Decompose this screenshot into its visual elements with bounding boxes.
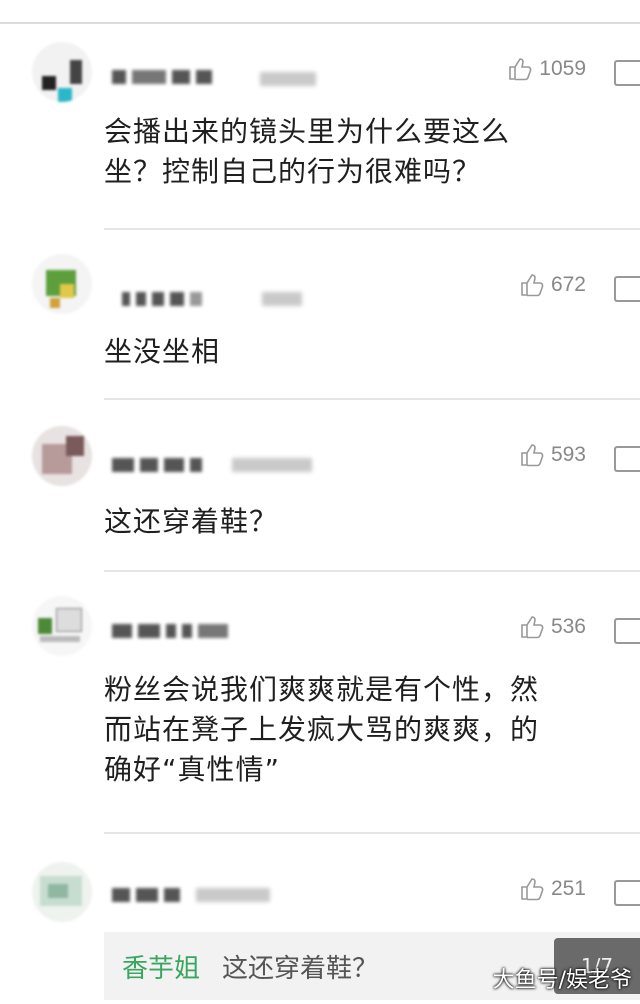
divider [104, 570, 640, 572]
watermark: 大鱼号/娱老爷 [492, 968, 632, 993]
timestamp [196, 888, 270, 902]
timestamp [232, 458, 312, 472]
comment-text: 坐没坐相 [104, 335, 221, 368]
comment-icon[interactable] [614, 880, 640, 906]
timestamp [262, 292, 302, 306]
like-count: 251 [550, 877, 586, 900]
divider [104, 228, 640, 230]
username[interactable] [112, 454, 202, 476]
comment-icon[interactable] [614, 276, 640, 302]
comment-icon[interactable] [614, 618, 640, 644]
username[interactable] [112, 884, 180, 906]
timestamp [260, 72, 316, 86]
thumbs-up-icon [521, 878, 544, 901]
username[interactable] [112, 66, 212, 88]
comment-text: 这还穿着鞋？ [104, 505, 279, 538]
reply-username[interactable]: 香芋姐 [122, 948, 200, 985]
avatar[interactable] [32, 426, 92, 486]
comment-text: 粉丝会说我们爽爽就是有个性，然 而站在凳子上发疯大骂的爽爽，的 确好“真性情” [104, 673, 540, 786]
like-button[interactable]: 1059 [507, 56, 586, 82]
thumbs-up-icon [521, 444, 544, 467]
reply-text: 这还穿着鞋？ [222, 954, 379, 984]
username[interactable] [112, 620, 228, 642]
like-button[interactable]: 251 [519, 876, 586, 902]
comment-text: 会播出来的镜头里为什么要这么 坐？控制自己的行为很难吗？ [104, 115, 511, 188]
avatar[interactable] [32, 254, 92, 314]
like-count: 672 [550, 273, 586, 296]
like-count: 536 [550, 615, 586, 638]
comment-item: 536 粉丝会说我们爽爽就是有个性，然 而站在凳子上发疯大骂的爽爽，的 确好“真… [0, 582, 640, 832]
avatar[interactable] [32, 42, 92, 102]
top-divider [0, 22, 640, 24]
like-button[interactable]: 536 [519, 614, 586, 640]
username[interactable] [122, 288, 202, 310]
thumbs-up-icon [509, 58, 532, 81]
like-button[interactable]: 672 [519, 272, 586, 298]
like-count: 593 [550, 443, 586, 466]
avatar[interactable] [32, 596, 92, 656]
comment-icon[interactable] [614, 446, 640, 472]
thumbs-up-icon [521, 274, 544, 297]
like-button[interactable]: 593 [519, 442, 586, 468]
like-count: 1059 [539, 57, 586, 80]
comment-item: 1059 会播出来的镜头里为什么要这么 坐？控制自己的行为很难吗？ [0, 30, 640, 230]
comment-icon[interactable] [614, 60, 640, 86]
comment-item: 593 这还穿着鞋？ [0, 410, 640, 570]
divider [104, 398, 640, 400]
divider [104, 832, 640, 834]
avatar[interactable] [32, 862, 92, 922]
comment-item: 672 坐没坐相 [0, 240, 640, 400]
thumbs-up-icon [521, 616, 544, 639]
